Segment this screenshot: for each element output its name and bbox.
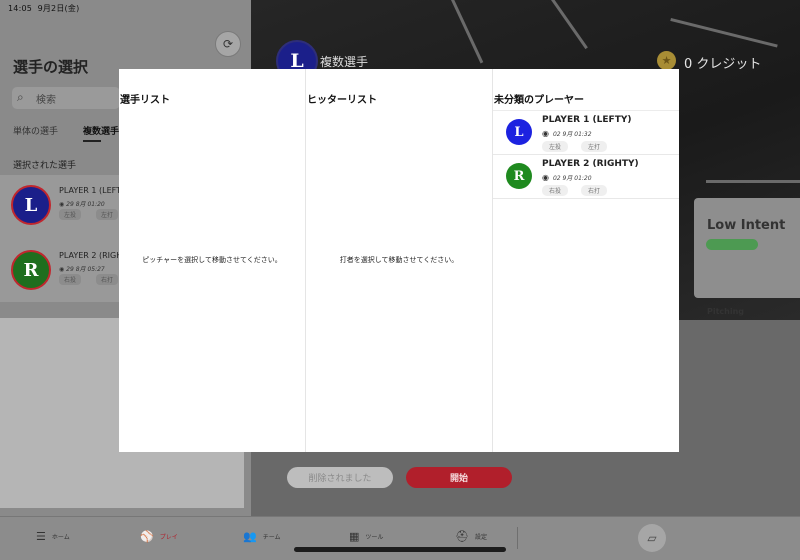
eye-icon: ◉ [59, 266, 65, 273]
tab-single-player[interactable]: 単体の選手 [13, 124, 58, 137]
unassigned-column: 未分類のプレーヤー L PLAYER 1 (LEFTY) ◉ 02 9月 01:3… [493, 69, 679, 452]
refresh-icon: ⟳ [222, 37, 234, 51]
player-avatar: R [506, 163, 532, 189]
tab-settings-label: 設定 [474, 534, 487, 541]
selected-player-row[interactable]: L PLAYER 1 (LEFTY) ◉ 29 8月 01:20 左投 左打 [0, 175, 129, 237]
eye-icon: ◉ [542, 129, 549, 138]
throw-chip: 左投 [542, 141, 569, 152]
player-name: PLAYER 2 (RIGHTY) [542, 159, 639, 169]
baseball-icon: ⚾ [140, 530, 154, 543]
throw-chip: 右投 [542, 185, 569, 196]
credits-label: 0 クレジット [684, 57, 762, 72]
selected-players-heading: 選択された選手 [13, 161, 77, 171]
pitching-label: Pitching [707, 307, 745, 316]
refresh-button[interactable]: ⟳ [215, 31, 241, 57]
player-meta: 02 9月 01:32 [552, 131, 592, 138]
tab-tools[interactable]: ▦ ツール [349, 530, 383, 543]
selected-player-row[interactable]: R PLAYER 2 (RIGHTY) ◉ 29 8月 05:27 右投 右打 [0, 240, 135, 302]
player-meta: 29 8月 01:20 [66, 201, 105, 208]
intent-card[interactable]: Low Intent [694, 198, 800, 298]
search-input[interactable]: ⌕ 検索 [12, 87, 120, 109]
player-name: PLAYER 1 (LEFTY) [542, 115, 632, 125]
player-avatar: L [506, 119, 532, 145]
unassigned-player-row[interactable]: R PLAYER 2 (RIGHTY) ◉ 02 9月 01:20 右投 右打 [493, 155, 679, 199]
tools-icon: ▦ [349, 530, 360, 543]
bat-chip: 右打 [581, 185, 608, 196]
panel-title: 選手の選択 [13, 58, 89, 76]
bat-chip: 左打 [581, 141, 608, 152]
eye-icon: ◉ [542, 173, 549, 182]
deleted-button[interactable]: 削除されました [287, 467, 393, 488]
star-icon: ★ [657, 51, 676, 70]
tab-home[interactable]: ☰ ホーム [36, 530, 70, 543]
pitcher-list-empty: ピッチャーを選択して移動させてください。 [142, 256, 282, 264]
player-meta: 02 9月 01:20 [552, 175, 592, 182]
hitter-list-empty: 打者を選択して移動させてください。 [339, 256, 459, 264]
throw-chip: 左投 [59, 209, 82, 220]
header-title: 複数選手 [320, 55, 369, 69]
team-icon: 👥 [243, 530, 257, 543]
selected-players-list: L PLAYER 1 (LEFTY) ◉ 29 8月 01:20 左投 左打 R… [0, 175, 135, 302]
bat-chip: 左打 [96, 209, 119, 220]
pitcher-list-column[interactable]: 選手リスト ピッチャーを選択して移動させてください。 [119, 69, 306, 452]
status-time: 14:05 [8, 4, 33, 13]
pitching-mound-button[interactable]: ⏥ [638, 524, 666, 552]
status-date: 9月2日(金) [37, 4, 80, 13]
status-bar: 14:05 9月2日(金) [0, 0, 800, 16]
player-meta: 29 8月 05:27 [66, 266, 105, 273]
home-indicator [294, 547, 506, 552]
pitcher-list-title: 選手リスト [120, 95, 170, 106]
search-icon: ⌕ [17, 90, 24, 104]
active-tab-underline [83, 140, 101, 142]
tab-settings[interactable]: ⛑ 設定 [455, 530, 487, 543]
tab-divider [517, 527, 518, 549]
hitter-list-title: ヒッターリスト [307, 95, 377, 106]
player-avatar: L [11, 185, 51, 225]
mound-icon: ⏥ [647, 531, 657, 545]
intent-badge [706, 239, 758, 250]
tab-team[interactable]: 👥 チーム [243, 530, 281, 543]
throw-chip: 右投 [59, 274, 82, 285]
intent-title: Low Intent [707, 218, 786, 233]
tab-team-label: チーム [262, 534, 281, 541]
search-placeholder: 検索 [36, 95, 56, 106]
unassigned-player-row[interactable]: L PLAYER 1 (LEFTY) ◉ 02 9月 01:32 左投 左打 [493, 111, 679, 155]
player-avatar: R [11, 250, 51, 290]
player-sort-modal: 選手リスト ピッチャーを選択して移動させてください。 ヒッターリスト 打者を選択… [119, 69, 679, 452]
tab-tools-label: ツール [365, 534, 384, 541]
tab-play-label: プレイ [159, 534, 178, 541]
list-icon: ☰ [36, 530, 46, 543]
eye-icon: ◉ [59, 201, 65, 208]
bat-chip: 右打 [96, 274, 119, 285]
tab-play[interactable]: ⚾ プレイ [140, 530, 178, 543]
tab-multiple-players[interactable]: 複数選手 [83, 124, 119, 137]
helmet-icon: ⛑ [455, 530, 469, 543]
start-button[interactable]: 開始 [406, 467, 512, 488]
unassigned-title: 未分類のプレーヤー [494, 95, 584, 106]
hitter-list-column[interactable]: ヒッターリスト 打者を選択して移動させてください。 [306, 69, 493, 452]
tab-home-label: ホーム [51, 534, 70, 541]
tab-bar: ☰ ホーム ⚾ プレイ 👥 チーム ▦ ツール ⛑ 設定 ⏥ [0, 516, 800, 560]
